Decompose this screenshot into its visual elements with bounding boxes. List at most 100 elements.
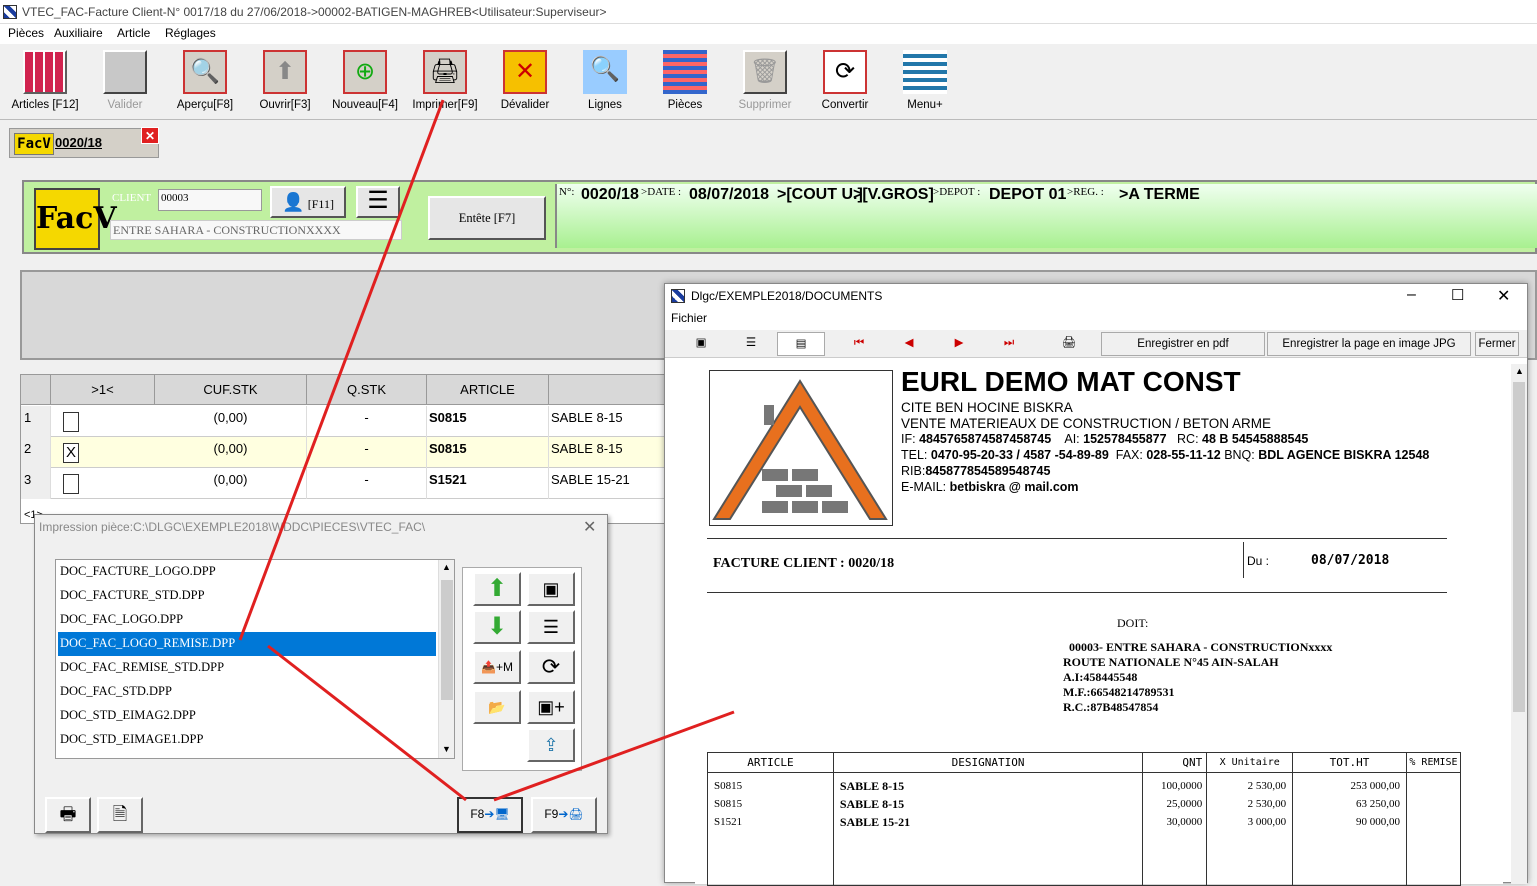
menu-pieces[interactable]: Pièces [8, 26, 44, 40]
table-row[interactable]: 1 (0,00) - S0815 SABLE 8-15 [21, 406, 681, 437]
preview-button[interactable]: 🔍 Aperçu[F8] [165, 50, 245, 111]
minimize-icon[interactable]: – [1407, 286, 1416, 304]
new-button[interactable]: ⊕ Nouveau[F4] [325, 50, 405, 111]
menu-article[interactable]: Article [117, 26, 150, 40]
print-button[interactable]: 🖨 Imprimer[F9] [405, 50, 485, 111]
row-checkbox[interactable]: X [63, 443, 79, 463]
invoice-lines-table: ARTICLE DESIGNATION QNT X Unitaire TOT.H… [707, 752, 1462, 886]
last-page-icon[interactable]: ⏭ [995, 332, 1023, 356]
chevron-up-icon[interactable]: ▲ [442, 562, 451, 572]
list-item[interactable]: DOC_FAC_STD.DPP [58, 680, 436, 704]
printer-settings-icon[interactable]: 🖶 [45, 797, 91, 833]
remise-cell [1405, 772, 1462, 886]
grid-header-article[interactable]: ARTICLE [427, 375, 549, 405]
template-list[interactable]: DOC_FACTURE_LOGO.DPP DOC_FACTURE_STD.DPP… [55, 559, 455, 759]
menu-reglages[interactable]: Réglages [165, 26, 216, 40]
upload-icon[interactable]: ⇪ [527, 728, 575, 762]
preview-scrollbar[interactable]: ▲ [1511, 364, 1527, 884]
documents-button[interactable]: Pièces [645, 50, 725, 111]
validate-button[interactable]: Valider [85, 50, 165, 111]
articles-button[interactable]: Articles [F12] [5, 50, 85, 111]
printer-arrow-icon: ➔🖨 [558, 807, 584, 821]
save-jpg-button[interactable]: Enregistrer la page en image JPG [1267, 332, 1471, 356]
delete-button[interactable]: 🗑 Supprimer [725, 50, 805, 111]
chevron-up-icon[interactable]: ▲ [1515, 366, 1524, 376]
list-view-icon[interactable]: ☰ [737, 332, 765, 356]
table-row[interactable]: 2 X (0,00) - S0815 SABLE 8-15 [21, 437, 681, 468]
hamburger-menu-icon[interactable]: ☰ [356, 186, 400, 218]
document-info-band: N°: 0020/18 >DATE : 08/07/2018 >[COUT U.… [555, 184, 1537, 248]
settings-sliders-icon[interactable]: ☰ [527, 610, 575, 644]
grid-header-cuf[interactable]: CUF.STK [155, 375, 307, 405]
template-actions: ⬆ ▣ ⬇ ☰ 📤+M ⟳ 📂 ▣+ ⇪ [462, 567, 582, 771]
client-search-button[interactable]: 👤 [F11] [270, 186, 346, 218]
document-icon[interactable]: 🗎 [97, 797, 143, 833]
f9-print-button[interactable]: F9➔🖨 [531, 797, 597, 833]
list-item[interactable]: DOC_FAC_LOGO.DPP [58, 608, 436, 632]
company-logo [709, 370, 893, 526]
app-icon [671, 289, 685, 303]
list-item[interactable]: DOC_STD_EIMAG2.DPP [58, 704, 436, 728]
invoice-date: 08/07/2018 [1311, 553, 1390, 568]
move-up-icon[interactable]: ⬆ [473, 572, 521, 606]
scroll-thumb[interactable] [1513, 382, 1525, 712]
previous-page-icon[interactable]: ◀ [895, 332, 923, 356]
page-view-icon[interactable]: ▤ [777, 332, 825, 356]
scroll-thumb[interactable] [441, 580, 453, 700]
list-item[interactable]: DOC_STD_EIMAGE1.DPP [58, 728, 436, 752]
list-item[interactable]: DOC_FAC_LOGO_REMISE.DPP [58, 632, 436, 656]
row-checkbox[interactable] [63, 474, 79, 494]
new-template-icon[interactable]: ▣+ [527, 690, 575, 724]
list-item[interactable]: DOC_FACTURE_STD.DPP [58, 584, 436, 608]
refresh-icon[interactable]: ⟳ [527, 650, 575, 684]
next-page-icon[interactable]: ▶ [945, 332, 973, 356]
grid-header-designation[interactable]: D [549, 375, 681, 405]
col-article: ARTICLE [707, 752, 834, 773]
client-name-field[interactable]: ENTRE SAHARA - CONSTRUCTIONXXXX [110, 220, 402, 240]
single-page-icon[interactable]: ▣ [687, 332, 715, 356]
list-scrollbar[interactable]: ▲ ▼ [438, 560, 454, 758]
table-row[interactable]: 3 (0,00) - S1521 SABLE 15-21 [21, 468, 681, 499]
list-item[interactable]: DOC_FACTURE_LOGO.DPP [58, 560, 436, 584]
menu-fichier[interactable]: Fichier [671, 311, 707, 325]
move-down-icon[interactable]: ⬇ [473, 610, 521, 644]
company-address: CITE BEN HOCINE BISKRA [901, 400, 1073, 415]
grid-header-select[interactable]: >1< [51, 375, 155, 405]
lines-button[interactable]: 🔍 Lignes [565, 50, 645, 111]
close-icon[interactable]: ✕ [1497, 286, 1510, 306]
quantities-cell: 100,0000 25,0000 30,0000 [1142, 772, 1208, 886]
unvalidate-cross-icon: ✕ [503, 50, 547, 94]
print-dialog-title: Impression pièce:C:\DLGC\EXEMPLE2018\WDD… [39, 520, 426, 534]
save-pdf-button[interactable]: Enregistrer en pdf [1101, 332, 1265, 356]
company-name: EURL DEMO MAT CONST [901, 366, 1241, 397]
grid-header-qstk[interactable]: Q.STK [307, 375, 427, 405]
company-contacts: TEL: 0470-95-20-33 / 4587 -54-89-89 FAX:… [901, 448, 1430, 462]
menu-plus-button[interactable]: Menu+ [885, 50, 965, 111]
close-icon[interactable]: ✕ [583, 517, 596, 537]
preview-menu: Fichier [665, 308, 1527, 328]
reg-value: >A TERME [1119, 186, 1200, 203]
printer-icon[interactable]: 🖨 [1055, 332, 1083, 356]
preview-title: Dlgc/EXEMPLE2018/DOCUMENTS [691, 289, 883, 303]
convert-button[interactable]: ⟳ Convertir [805, 50, 885, 111]
menu-auxiliaire[interactable]: Auxiliaire [54, 26, 103, 40]
unvalidate-button[interactable]: ✕ Dévalider [485, 50, 565, 111]
tab-close-icon[interactable]: ✕ [141, 127, 159, 144]
open-button[interactable]: ⬆ Ouvrir[F3] [245, 50, 325, 111]
totals-cell: 253 000,00 63 250,00 90 000,00 [1292, 772, 1407, 886]
import-plus-m-button[interactable]: 📤+M [473, 650, 521, 684]
document-tab[interactable]: FacV 0020/18 [9, 128, 159, 158]
chevron-down-icon[interactable]: ▼ [442, 744, 451, 754]
list-item[interactable]: DOC_FAC_REMISE_STD.DPP [58, 656, 436, 680]
folder-open-icon[interactable]: 📂 [473, 690, 521, 724]
close-preview-button[interactable]: Fermer [1475, 332, 1519, 356]
date-label: >DATE : [641, 186, 682, 198]
f8-preview-button[interactable]: F8➔🖥 [457, 797, 523, 833]
edit-template-icon[interactable]: ▣ [527, 572, 575, 606]
maximize-icon[interactable]: ☐ [1451, 286, 1464, 304]
row-checkbox[interactable] [63, 412, 79, 432]
entete-button[interactable]: Entête [F7] [428, 196, 546, 240]
preview-toolbar: ▣ ☰ ▤ ⏮ ◀ ▶ ⏭ 🖨 Enregistrer en pdf Enreg… [665, 330, 1527, 358]
first-page-icon[interactable]: ⏮ [845, 332, 873, 356]
client-code-input[interactable]: 00003 [158, 189, 262, 211]
